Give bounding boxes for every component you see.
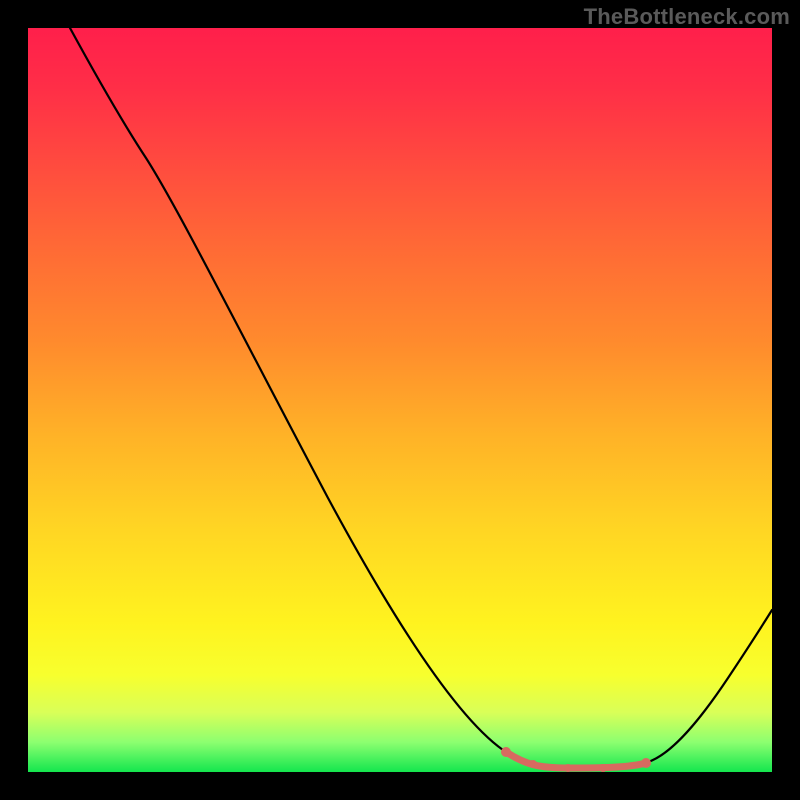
- optimum-dot: [599, 764, 607, 772]
- curve-path: [70, 28, 772, 768]
- bottleneck-curve: [28, 28, 772, 772]
- plot-area: [28, 28, 772, 772]
- optimum-dot: [564, 764, 572, 772]
- chart-frame: TheBottleneck.com: [0, 0, 800, 800]
- optimum-dot: [529, 760, 537, 768]
- optimum-end-marker: [641, 758, 651, 768]
- optimum-start-marker: [501, 747, 511, 757]
- optimum-band: [506, 752, 646, 768]
- watermark-text: TheBottleneck.com: [584, 4, 790, 30]
